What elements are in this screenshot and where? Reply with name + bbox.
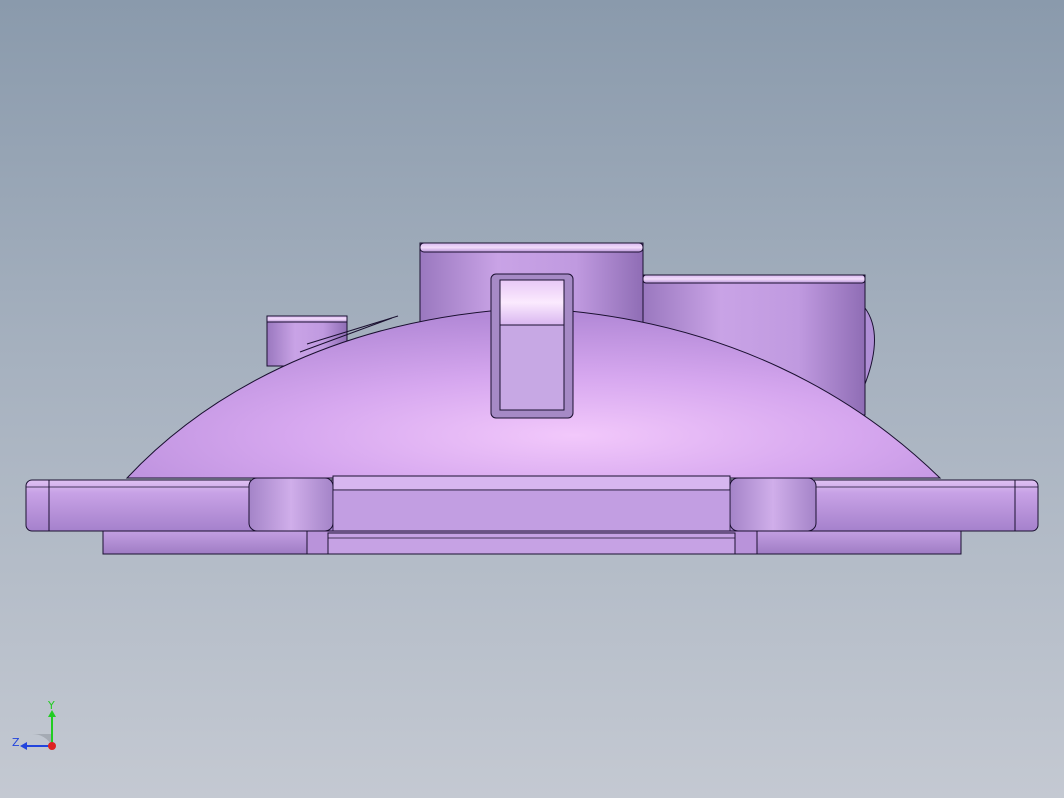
front-slot (490, 273, 574, 419)
flange (25, 475, 1039, 532)
x-axis-point-icon (48, 742, 56, 750)
3d-viewport[interactable]: Y Z (0, 0, 1064, 798)
cad-model[interactable] (0, 0, 1064, 798)
base-ring (102, 530, 962, 555)
z-axis-arrow-icon (20, 742, 27, 750)
axis-triad: Y Z (12, 700, 56, 750)
y-axis-label: Y (47, 700, 55, 712)
z-axis-label: Z (12, 736, 20, 749)
